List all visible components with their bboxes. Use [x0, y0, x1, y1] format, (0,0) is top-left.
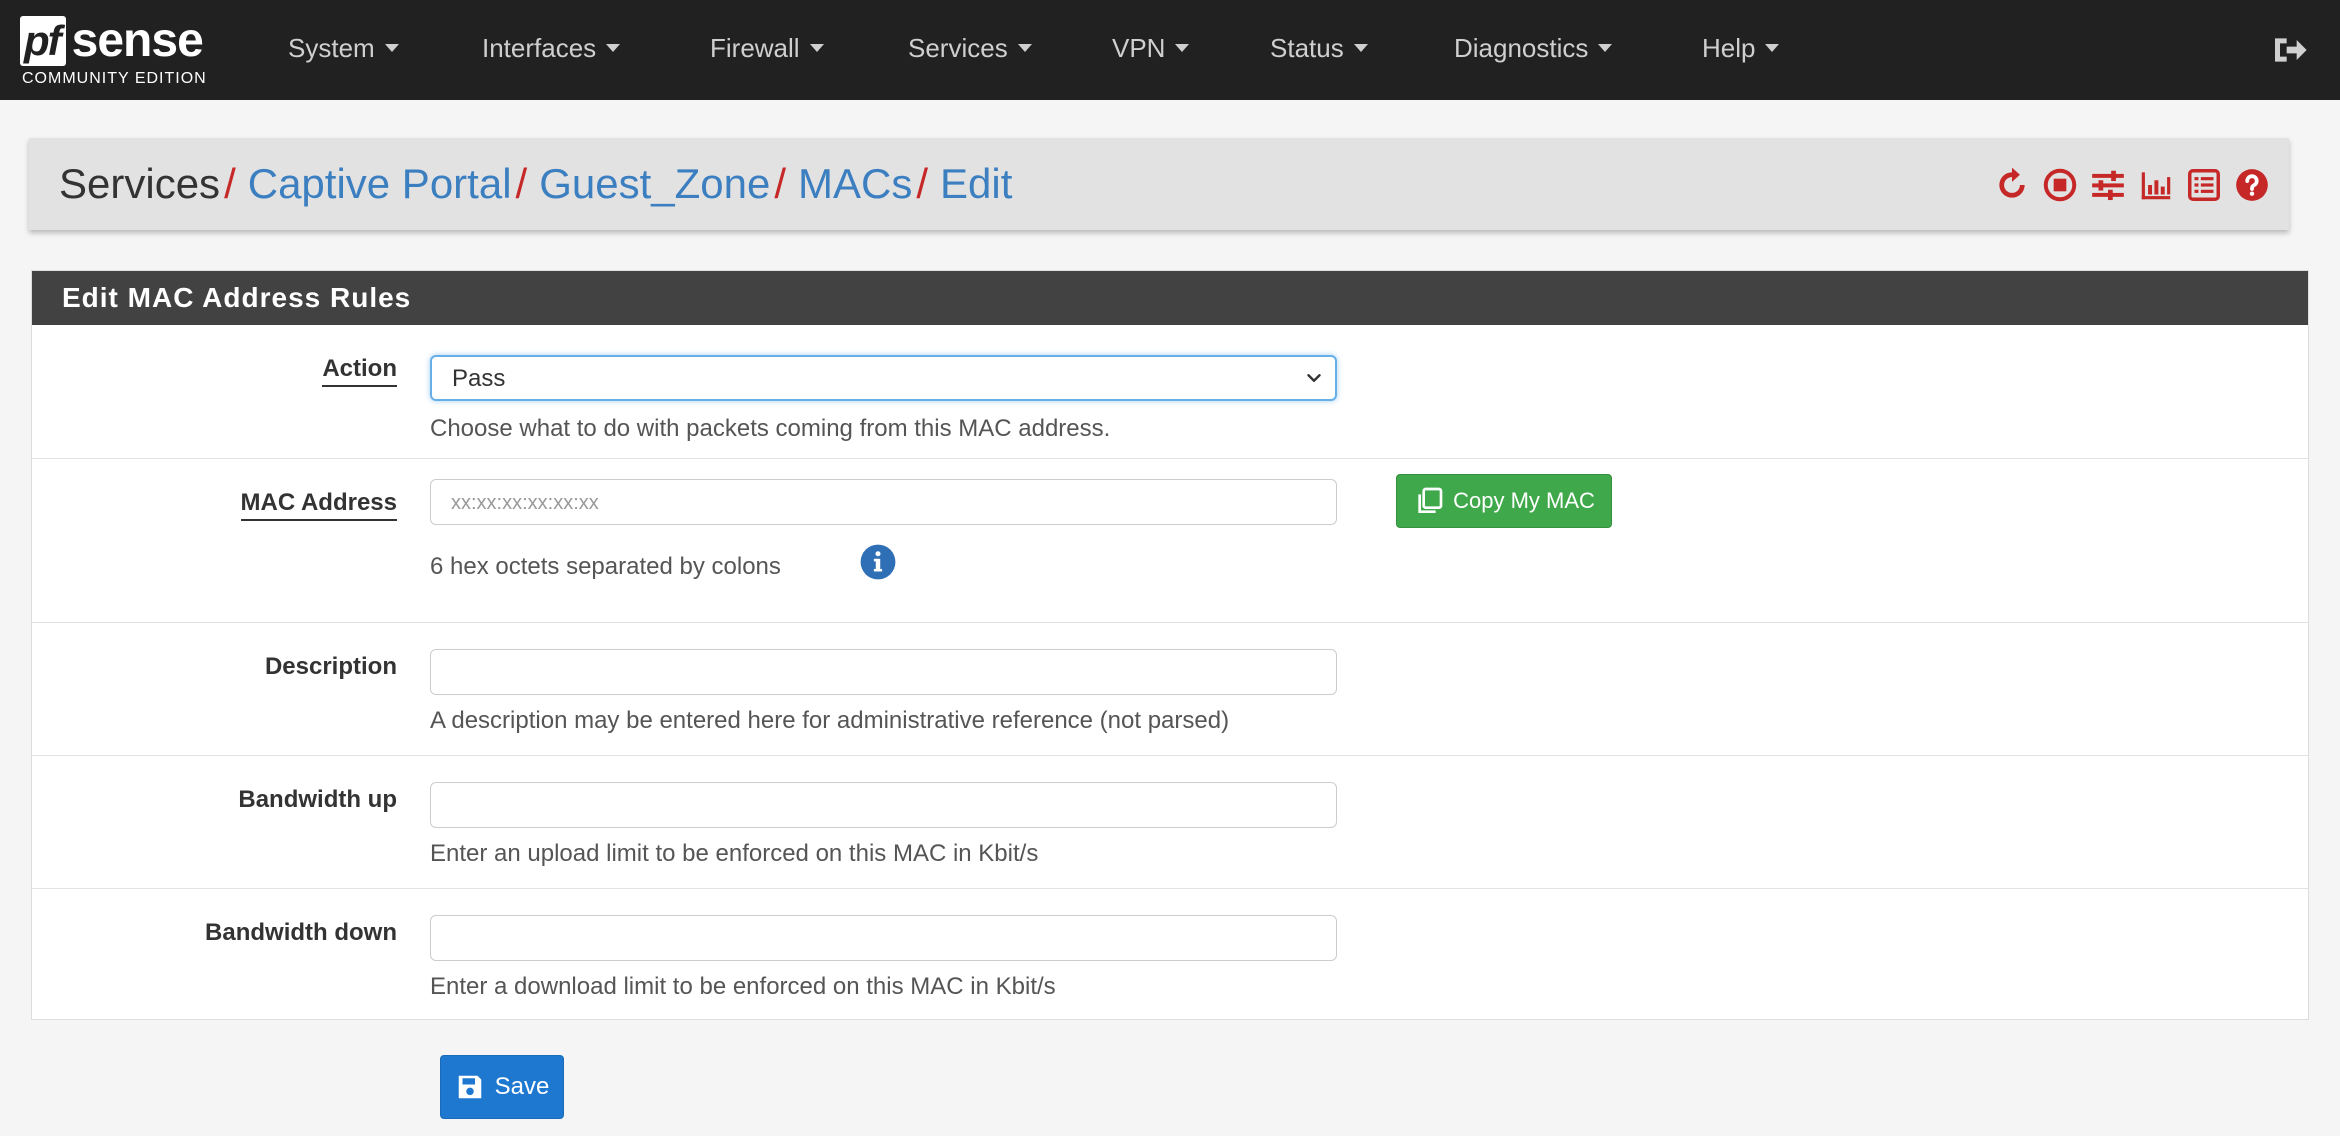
restart-icon[interactable]: [1993, 166, 2031, 204]
action-select[interactable]: Pass: [430, 355, 1337, 401]
mac-address-help-text: 6 hex octets separated by colons: [430, 553, 781, 580]
nav-interfaces[interactable]: Interfaces: [482, 28, 621, 68]
bandwidth-down-label: Bandwidth down: [205, 919, 397, 946]
nav-system[interactable]: System: [288, 28, 399, 68]
panel-title: Edit MAC Address Rules: [62, 282, 412, 313]
help-icon[interactable]: [2233, 166, 2271, 204]
caret-down-icon: [1353, 44, 1368, 53]
settings-sliders-icon[interactable]: [2089, 166, 2127, 204]
nav-status[interactable]: Status: [1270, 28, 1368, 68]
breadcrumb-separator: /: [916, 160, 929, 207]
nav-help-label: Help: [1702, 33, 1756, 63]
bandwidth-down-input[interactable]: [430, 915, 1337, 961]
mac-address-label: MAC Address: [240, 489, 397, 521]
caret-down-icon: [809, 44, 824, 53]
action-selected-value: Pass: [452, 365, 506, 392]
nav-system-label: System: [288, 33, 375, 63]
chevron-down-icon: [1307, 374, 1321, 382]
nav-vpn[interactable]: VPN: [1112, 28, 1190, 68]
description-label: Description: [264, 653, 397, 680]
nav-firewall[interactable]: Firewall: [710, 28, 824, 68]
caret-down-icon: [606, 44, 621, 53]
breadcrumb-link-guest-zone[interactable]: Guest_Zone: [539, 160, 770, 207]
nav-status-label: Status: [1270, 33, 1344, 63]
bandwidth-up-row: Bandwidth up Enter an upload limit to be…: [32, 756, 2308, 889]
copy-icon: [1418, 487, 1443, 513]
description-help-text: A description may be entered here for ad…: [430, 707, 1230, 734]
nav-diagnostics-label: Diagnostics: [1454, 33, 1589, 63]
save-label: Save: [494, 1073, 550, 1100]
bandwidth-up-input[interactable]: [430, 782, 1337, 828]
action-help-text: Choose what to do with packets coming fr…: [430, 415, 1111, 442]
stop-icon[interactable]: [2041, 166, 2079, 204]
bandwidth-up-label: Bandwidth up: [238, 786, 397, 813]
mac-address-input[interactable]: [430, 479, 1337, 525]
breadcrumb-icons: [1993, 166, 2271, 204]
breadcrumb-link-macs[interactable]: MACs: [798, 160, 912, 207]
breadcrumb-link-captive-portal[interactable]: Captive Portal: [248, 160, 512, 207]
pfsense-logo[interactable]: pf sense COMMUNITY EDITION: [20, 14, 240, 90]
caret-down-icon: [384, 44, 399, 53]
info-icon[interactable]: [859, 543, 897, 581]
logo-pf: pf: [20, 16, 66, 66]
nav-interfaces-label: Interfaces: [482, 33, 597, 63]
breadcrumb-bar: Services/Captive Portal/Guest_Zone/MACs/…: [29, 138, 2289, 230]
caret-down-icon: [1598, 44, 1613, 53]
nav-help[interactable]: Help: [1702, 28, 1780, 68]
nav-vpn-label: VPN: [1112, 33, 1166, 63]
bandwidth-up-help-text: Enter an upload limit to be enforced on …: [430, 840, 1039, 867]
bandwidth-down-help-text: Enter a download limit to be enforced on…: [430, 973, 1056, 1000]
logo-brand: pf sense: [20, 14, 204, 68]
breadcrumb-root: Services: [59, 160, 221, 207]
bandwidth-down-row: Bandwidth down Enter a download limit to…: [32, 889, 2308, 1019]
logo-edition: COMMUNITY EDITION: [22, 70, 207, 87]
copy-my-mac-label: Copy My MAC: [1453, 488, 1595, 513]
description-input[interactable]: [430, 649, 1337, 695]
nav-diagnostics[interactable]: Diagnostics: [1454, 28, 1613, 68]
breadcrumb-separator: /: [774, 160, 787, 207]
breadcrumb-separator: /: [515, 160, 528, 207]
list-icon[interactable]: [2185, 166, 2223, 204]
save-button[interactable]: Save: [440, 1055, 564, 1119]
breadcrumb-link-edit[interactable]: Edit: [940, 160, 1012, 207]
nav-services[interactable]: Services: [908, 28, 1032, 68]
save-icon: [458, 1075, 481, 1099]
logo-sense: sense: [71, 14, 204, 67]
edit-mac-panel: Edit MAC Address Rules Action Pass Choos…: [31, 270, 2309, 1020]
nav-firewall-label: Firewall: [710, 33, 800, 63]
action-row: Action Pass Choose what to do with packe…: [32, 325, 2308, 459]
caret-down-icon: [1017, 44, 1032, 53]
bar-chart-icon[interactable]: [2137, 166, 2175, 204]
caret-down-icon: [1175, 44, 1190, 53]
nav-services-label: Services: [908, 33, 1008, 63]
mac-address-row: MAC Address Copy My MAC 6 hex octets sep…: [32, 459, 2308, 623]
description-row: Description A description may be entered…: [32, 623, 2308, 756]
top-navbar: pf sense COMMUNITY EDITION System Interf…: [0, 0, 2340, 100]
breadcrumb: Services/Captive Portal/Guest_Zone/MACs/…: [59, 158, 1012, 210]
copy-my-mac-button[interactable]: Copy My MAC: [1396, 474, 1612, 528]
sign-out-icon[interactable]: [2270, 30, 2310, 70]
panel-heading: Edit MAC Address Rules: [32, 271, 2308, 325]
action-label: Action: [322, 355, 397, 387]
breadcrumb-separator: /: [224, 160, 236, 207]
caret-down-icon: [1765, 44, 1780, 53]
